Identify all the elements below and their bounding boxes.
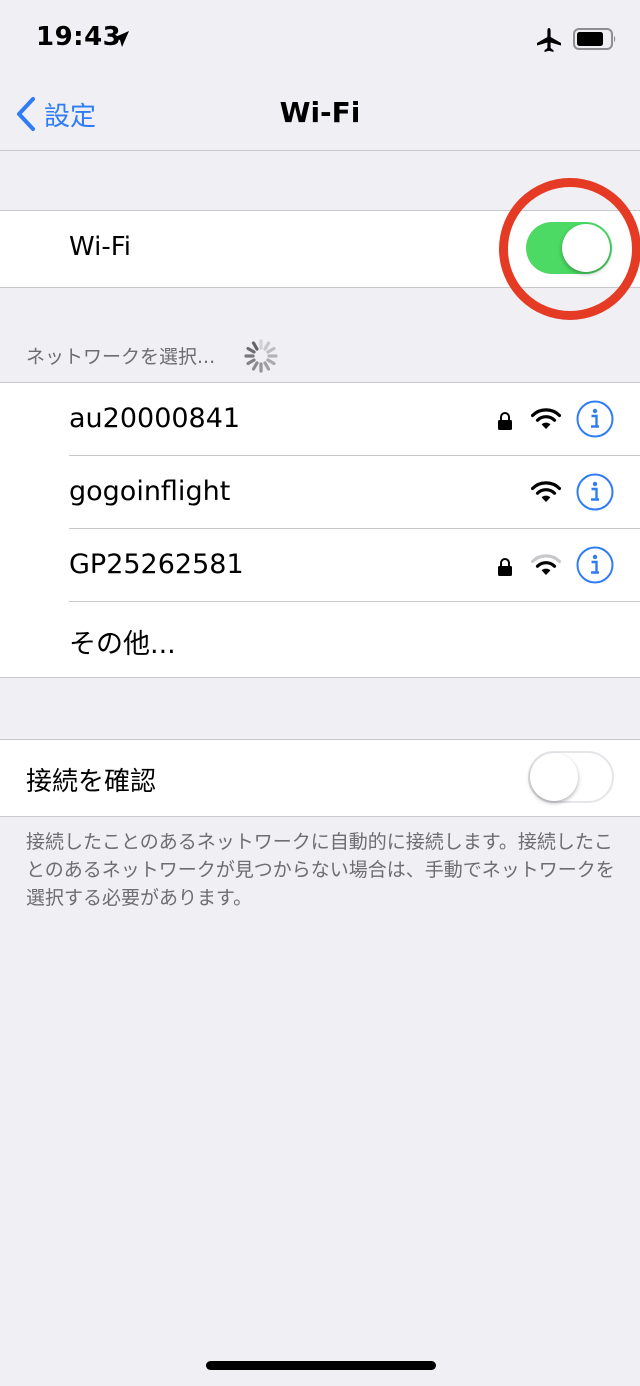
- location-arrow-icon: [113, 31, 129, 47]
- wifi-label: Wi-Fi: [69, 232, 132, 262]
- network-row[interactable]: au20000841: [0, 383, 640, 456]
- network-name: GP25262581: [69, 549, 244, 580]
- ask-join-label: 接続を確認: [26, 767, 157, 797]
- ask-join-toggle[interactable]: [528, 751, 614, 803]
- lock-icon: [498, 558, 512, 576]
- network-row[interactable]: GP25262581: [0, 529, 640, 602]
- status-time: 19:43: [36, 22, 122, 52]
- wifi-signal-icon: [531, 554, 561, 575]
- networks-list: au20000841 gogoinflight GP25262581 その他..…: [0, 382, 640, 678]
- other-network-row[interactable]: その他...: [0, 602, 640, 677]
- info-icon[interactable]: [576, 473, 614, 511]
- wifi-signal-icon: [531, 481, 561, 502]
- network-name: au20000841: [69, 403, 241, 434]
- toggle-knob: [530, 753, 578, 801]
- airplane-icon: [537, 28, 561, 52]
- ask-join-description: 接続したことのあるネットワークに自動的に接続します。接続したことのあるネットワー…: [26, 831, 615, 909]
- navigation-bar: 設定 Wi-Fi: [0, 80, 640, 151]
- networks-section-header: ネットワークを選択...: [26, 346, 216, 368]
- info-icon[interactable]: [576, 546, 614, 584]
- network-row[interactable]: gogoinflight: [0, 456, 640, 529]
- network-name: gogoinflight: [69, 476, 231, 507]
- info-icon[interactable]: [576, 400, 614, 438]
- ask-join-group: 接続を確認: [0, 739, 640, 817]
- other-label: その他...: [69, 629, 176, 660]
- status-bar: 19:43: [0, 0, 640, 80]
- battery-icon: [573, 28, 616, 50]
- page-title: Wi-Fi: [279, 96, 361, 129]
- lock-icon: [498, 412, 512, 430]
- wifi-signal-icon: [531, 408, 561, 429]
- home-indicator[interactable]: [206, 1361, 436, 1370]
- highlight-circle-annotation: [499, 178, 640, 320]
- loading-spinner-icon: [244, 339, 278, 373]
